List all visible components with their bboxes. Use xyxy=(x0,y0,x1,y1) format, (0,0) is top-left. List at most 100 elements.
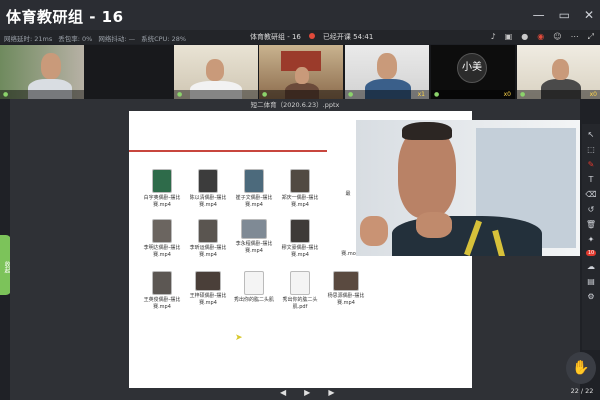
file-icon[interactable]: 秀出你的肱二头肌 xyxy=(231,271,277,304)
file-label: 李昕运偶卧-摆比赛.mp4 xyxy=(189,245,227,258)
participant-tile[interactable]: ● x0 xyxy=(517,45,600,99)
meeting-name: 体育教研组 - 16 xyxy=(250,33,301,41)
file-label: 秀出你的肱二头肌.pdf xyxy=(282,297,318,310)
file-label: 郑庆一偶卧-摆比赛.mp4 xyxy=(281,195,319,208)
file-icon[interactable]: 崔子文偶卧-摆比赛.mp4 xyxy=(231,169,277,209)
file-thumbnail-icon xyxy=(290,219,310,243)
play-icon[interactable]: ▶ xyxy=(304,388,310,397)
settings-icon[interactable]: ⚙ xyxy=(587,292,594,301)
file-label: 崔子文偶卧-摆比赛.mp4 xyxy=(235,195,273,208)
participant-bar: ● xyxy=(174,90,258,99)
status-icons: ♪ ▣ ● ◉ ☺ ⋯ ⤢ xyxy=(491,32,594,42)
cursor-icon[interactable]: ↖ xyxy=(588,130,595,139)
raise-hand-button[interactable]: ✋ xyxy=(566,352,596,384)
document-controls: ◀ ▶ ▶ xyxy=(10,388,580,400)
file-icon[interactable]: 穆文豪偶卧-摆比赛.mp4 xyxy=(277,219,323,259)
delete-icon[interactable]: 🗑 xyxy=(586,220,596,229)
more-icon[interactable]: ⋯ xyxy=(571,32,579,42)
user-icon[interactable]: ☺ xyxy=(553,32,561,42)
next-page-icon[interactable]: ▶ xyxy=(328,388,334,397)
mic-icon[interactable]: ● xyxy=(521,32,528,42)
record-icon[interactable]: ◉ xyxy=(537,32,544,42)
participant-tile[interactable]: ● xyxy=(259,45,343,99)
presenter-video[interactable] xyxy=(356,120,580,256)
camera-icon[interactable]: ▣ xyxy=(505,32,513,42)
file-icon[interactable]: 王英俊偶卧-摆比赛.mp4 xyxy=(139,271,185,311)
slide-divider xyxy=(129,150,327,152)
minimize-icon[interactable]: — xyxy=(533,8,545,22)
file-thumbnail-icon xyxy=(290,169,310,193)
file-thumbnail-icon xyxy=(241,219,267,239)
file-label: 李永程偶卧-摆比赛.mp4 xyxy=(235,241,273,254)
mouse-pointer-icon: ➤ xyxy=(235,333,243,343)
file-icon[interactable]: 李明达偶卧-摆比赛.mp4 xyxy=(139,219,185,259)
prev-page-icon[interactable]: ◀ xyxy=(280,388,286,397)
participant-bar: ● x1 xyxy=(345,90,429,99)
file-thumbnail-icon xyxy=(152,271,172,295)
file-label: 秀出你的肱二头肌 xyxy=(233,297,274,303)
participant-bar: ● x0 xyxy=(517,90,600,99)
document-title: 短二体育（2020.6.23）.pptx xyxy=(250,101,340,109)
file-label: 李明达偶卧-摆比赛.mp4 xyxy=(143,245,181,258)
file-thumbnail-icon xyxy=(244,271,264,295)
file-icon[interactable]: 王梓硕偶卧-摆比赛.mp4 xyxy=(185,271,231,307)
file-label: 白宇奥偶卧-摆比赛.mp4 xyxy=(143,195,181,208)
file-thumbnail-icon xyxy=(198,169,218,193)
shape-icon[interactable]: T xyxy=(589,175,594,184)
file-icon[interactable]: 李永程偶卧-摆比赛.mp4 xyxy=(231,219,277,255)
file-thumbnail-icon xyxy=(333,271,359,291)
file-thumbnail-icon xyxy=(152,169,172,193)
file-thumbnail-icon xyxy=(195,271,221,291)
file-icon[interactable]: 白宇奥偶卧-摆比赛.mp4 xyxy=(139,169,185,209)
file-label: 穆文豪偶卧-摆比赛.mp4 xyxy=(281,245,319,258)
meeting-status: 体育教研组 - 16 已经开课 54:41 xyxy=(250,32,373,42)
notification-badge[interactable]: 10 xyxy=(585,250,597,256)
meeting-app: 体育教研组 - 16 — ▭ ✕ 网络延时: 21ms 丢包率: 0% 网络抖动… xyxy=(0,0,600,400)
file-icon[interactable]: 李昕运偶卧-摆比赛.mp4 xyxy=(185,219,231,259)
jitter-text: 网络抖动: — xyxy=(98,35,136,43)
file-icon[interactable]: 秀出你的肱二头肌.pdf xyxy=(277,271,323,311)
expand-icon[interactable]: ⤢ xyxy=(588,32,594,42)
participant-tile[interactable]: ● x1 xyxy=(345,45,429,99)
participant-tile[interactable]: 小美 ● x0 xyxy=(431,45,515,99)
recording-dot-icon xyxy=(308,33,315,39)
recording-status: 已经开课 54:41 xyxy=(322,33,374,41)
file-icon[interactable]: 杨思源偶卧-摆比赛.mp4 xyxy=(323,271,369,307)
participant-tile[interactable]: ● xyxy=(174,45,258,99)
participant-bar: ● xyxy=(259,90,343,99)
select-icon[interactable]: ⬚ xyxy=(587,145,595,154)
title-bar: 体育教研组 - 16 — ▭ ✕ xyxy=(0,0,600,30)
file-icon[interactable]: 郑庆一偶卧-摆比赛.mp4 xyxy=(277,169,323,209)
eraser-icon[interactable]: ⌫ xyxy=(585,190,596,199)
avatar: 小美 xyxy=(457,53,487,83)
window-controls: — ▭ ✕ xyxy=(533,8,594,22)
window-title: 体育教研组 - 16 xyxy=(6,8,124,26)
cloud-icon[interactable]: ☁ xyxy=(587,262,595,271)
file-thumbnail-icon xyxy=(290,271,310,295)
participant-bar: ● x0 xyxy=(431,90,515,99)
undo-icon[interactable]: ↺ xyxy=(588,205,595,214)
pen-icon[interactable]: ✎ xyxy=(588,160,595,169)
network-stats: 网络延时: 21ms 丢包率: 0% 网络抖动: — 系统CPU: 28% xyxy=(4,33,186,43)
bag-icon[interactable]: ▤ xyxy=(587,277,595,286)
laser-icon[interactable]: ✦ xyxy=(588,235,595,244)
participant-bar: ● xyxy=(0,90,84,99)
file-thumbnail-icon xyxy=(198,219,218,243)
maximize-icon[interactable]: ▭ xyxy=(559,8,570,22)
file-thumbnail-icon xyxy=(152,219,172,243)
whiteboard-toolbar: ↖ ⬚ ✎ T ⌫ ↺ 🗑 ✦ 10 ☁ ▤ ⚙ xyxy=(582,124,600,350)
latency-text: 网络延时: 21ms xyxy=(4,35,53,43)
bell-icon[interactable]: ♪ xyxy=(491,32,496,42)
file-label: 王梓硕偶卧-摆比赛.mp4 xyxy=(189,293,227,306)
video-strip: ● ● ● ● x1 小美 ● x0 ● x0 xyxy=(0,45,600,99)
file-icon[interactable]: 陈以清偶卧-摆比赛.mp4 xyxy=(185,169,231,209)
participant-tile[interactable]: ● xyxy=(0,45,84,99)
loss-text: 丢包率: 0% xyxy=(58,35,93,43)
file-thumbnail-icon xyxy=(244,169,264,193)
file-label: 王英俊偶卧-摆比赛.mp4 xyxy=(143,297,181,310)
close-icon[interactable]: ✕ xyxy=(584,8,594,22)
status-bar: 网络延时: 21ms 丢包率: 0% 网络抖动: — 系统CPU: 28% 体育… xyxy=(0,30,600,44)
cpu-text: 系统CPU: 28% xyxy=(141,35,187,43)
file-label: 杨思源偶卧-摆比赛.mp4 xyxy=(327,293,365,306)
page-indicator: 22 / 22 xyxy=(570,387,594,395)
